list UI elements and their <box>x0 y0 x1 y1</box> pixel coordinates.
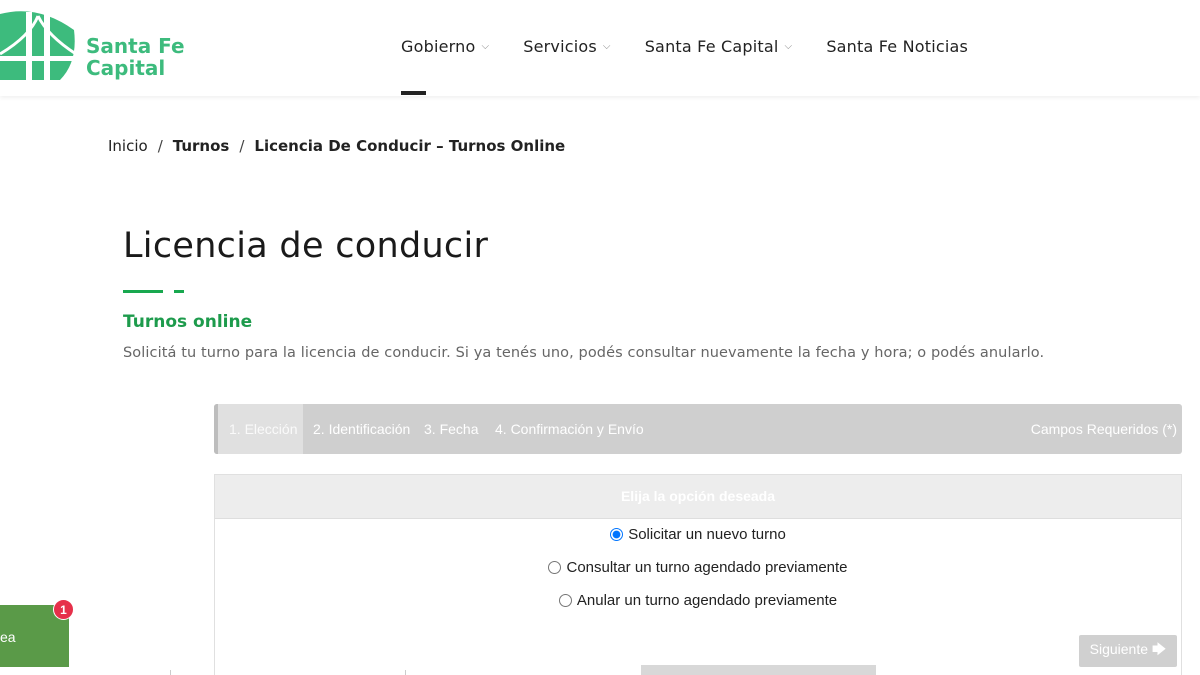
nav-label: Santa Fe Noticias <box>826 36 969 56</box>
site-header: Santa Fe Capital Gobierno ⌵ Servicios ⌵ … <box>0 0 1200 96</box>
bottom-bar <box>641 665 876 675</box>
nav-active-indicator <box>401 91 426 95</box>
wizard-steps: 1. Elección 2. Identificación 3. Fecha 4… <box>214 404 1182 454</box>
bridge-logo-icon <box>0 11 77 82</box>
nav-item-santa-fe-noticias[interactable]: Santa Fe Noticias <box>826 34 968 58</box>
breadcrumb-separator: / <box>157 137 163 155</box>
bottom-divider <box>405 670 406 675</box>
logo-text: Santa Fe Capital <box>86 35 185 79</box>
siguiente-button[interactable]: Siguiente 🡆 <box>1079 635 1177 667</box>
radio-nuevo-turno[interactable] <box>610 528 624 541</box>
arrow-right-icon: 🡆 <box>1151 641 1167 657</box>
chevron-down-icon: ⌵ <box>784 40 793 52</box>
page-description: Solicitá tu turno para la licencia de co… <box>123 345 1045 361</box>
nav-item-servicios[interactable]: Servicios ⌵ <box>523 34 610 58</box>
chat-widget-label: ea <box>0 629 16 645</box>
nav-item-santa-fe-capital[interactable]: Santa Fe Capital ⌵ <box>645 34 793 58</box>
options-panel: Elija la opción deseada Solicitar un nue… <box>214 474 1182 675</box>
options-heading: Elija la opción deseada <box>215 475 1181 519</box>
breadcrumb-home[interactable]: Inicio <box>108 137 148 155</box>
wizard-step-fecha[interactable]: 3. Fecha <box>424 404 478 454</box>
page-title: Licencia de conducir <box>123 226 489 266</box>
logo-line-1: Santa Fe <box>86 34 185 58</box>
radio-consultar-turno[interactable] <box>548 561 562 574</box>
option-label: Consultar un turno agendado previamente <box>566 559 848 576</box>
main-nav: Gobierno ⌵ Servicios ⌵ Santa Fe Capital … <box>401 34 1002 58</box>
radio-anular-turno[interactable] <box>558 594 572 607</box>
wizard-step-identificacion[interactable]: 2. Identificación <box>313 404 410 454</box>
title-divider-long <box>123 290 163 293</box>
required-fields-note: Campos Requeridos (*) <box>1030 421 1177 437</box>
option-anular-turno[interactable]: Anular un turno agendado previamente <box>215 592 1181 609</box>
option-nuevo-turno[interactable]: Solicitar un nuevo turno <box>215 526 1181 543</box>
breadcrumb-turnos[interactable]: Turnos <box>173 137 230 155</box>
chevron-down-icon: ⌵ <box>602 40 611 52</box>
nav-label: Santa Fe Capital <box>644 36 779 56</box>
option-label: Anular un turno agendado previamente <box>576 592 838 609</box>
title-divider-short <box>174 290 184 293</box>
site-logo[interactable]: Santa Fe Capital <box>0 6 190 90</box>
breadcrumb-separator: / <box>239 137 245 155</box>
page-subtitle: Turnos online <box>123 312 253 332</box>
notification-badge: 1 <box>53 599 74 620</box>
nav-label: Servicios <box>523 36 597 56</box>
nav-item-gobierno[interactable]: Gobierno ⌵ <box>401 34 489 58</box>
breadcrumb-current: Licencia De Conducir – Turnos Online <box>254 137 566 155</box>
option-label: Solicitar un nuevo turno <box>628 526 786 543</box>
wizard-step-confirmacion[interactable]: 4. Confirmación y Envío <box>495 404 644 454</box>
wizard-step-eleccion[interactable]: 1. Elección <box>218 404 303 454</box>
chevron-down-icon: ⌵ <box>481 40 490 52</box>
bottom-divider <box>170 670 171 675</box>
breadcrumb: Inicio / Turnos / Licencia De Conducir –… <box>108 137 565 155</box>
siguiente-label: Siguiente <box>1089 641 1149 657</box>
option-consultar-turno[interactable]: Consultar un turno agendado previamente <box>215 559 1181 576</box>
nav-label: Gobierno <box>401 36 476 56</box>
logo-line-2: Capital <box>86 56 166 80</box>
